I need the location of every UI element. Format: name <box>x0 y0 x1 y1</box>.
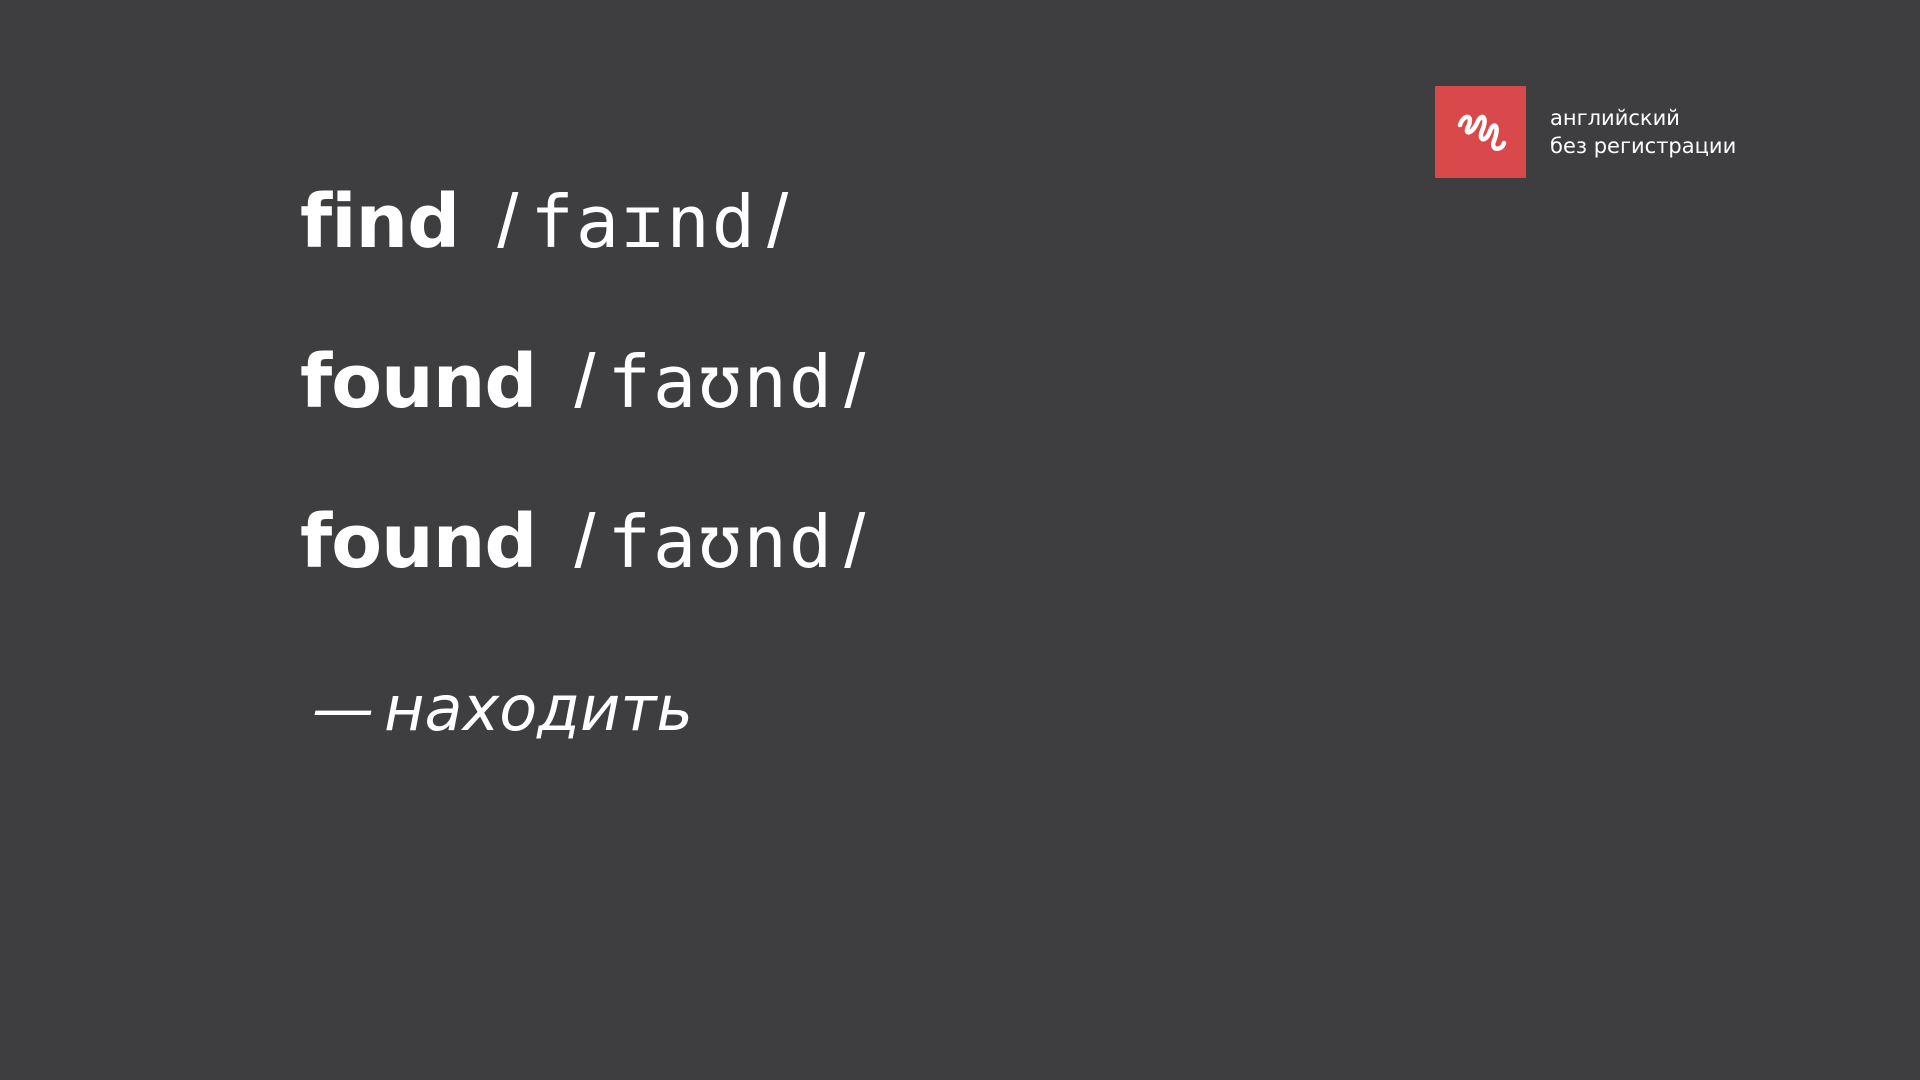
transcription: faɪnd <box>530 180 758 264</box>
word-row-find: find / faɪnd / <box>300 178 788 268</box>
slash-open: / <box>497 179 519 264</box>
brand: английский без регистрации <box>1435 86 1736 178</box>
word: find <box>300 179 460 265</box>
brand-line-1: английский <box>1550 106 1680 130</box>
transcription: faʊnd <box>607 500 835 584</box>
brand-line-2: без регистрации <box>1550 134 1737 158</box>
slide: английский без регистрации find / faɪnd … <box>0 0 1920 1080</box>
word: found <box>300 339 537 425</box>
slash-open: / <box>574 339 596 424</box>
translation-dash: — <box>312 672 374 745</box>
slash-close: / <box>844 339 866 424</box>
squiggle-logo-icon <box>1435 86 1526 178</box>
word: found <box>300 499 537 585</box>
slash-open: / <box>574 499 596 584</box>
translation-text: находить <box>384 672 693 745</box>
slash-close: / <box>844 499 866 584</box>
word-row-found-participle: found / faʊnd / <box>300 498 865 588</box>
transcription: faʊnd <box>607 340 835 424</box>
brand-name: английский без регистрации <box>1550 104 1736 160</box>
translation: — находить <box>312 672 693 745</box>
word-row-found-past: found / faʊnd / <box>300 338 865 428</box>
slash-close: / <box>767 179 789 264</box>
